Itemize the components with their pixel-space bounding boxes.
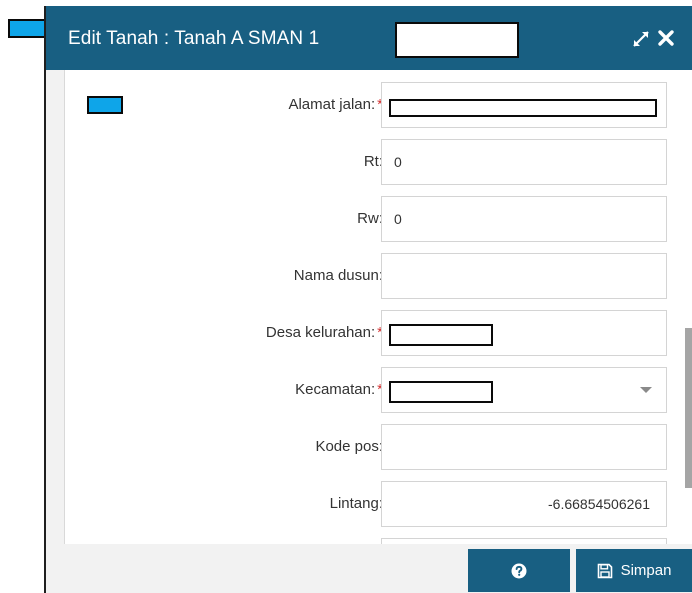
field-lintang: Lintang:	[65, 481, 667, 529]
vertical-scrollbar[interactable]	[685, 328, 692, 488]
edit-tanah-dialog: Edit Tanah : Tanah A SMAN 1 Alamat jalan…	[44, 6, 692, 593]
value-redaction	[389, 324, 493, 346]
field-label: Alamat jalan:*	[288, 96, 383, 113]
close-x-icon[interactable]	[656, 28, 676, 48]
save-button[interactable]: Simpan	[576, 549, 692, 592]
expand-arrows-icon[interactable]	[632, 30, 650, 48]
nama-dusun-input[interactable]	[381, 253, 667, 299]
rw-input[interactable]	[381, 196, 667, 242]
field-label: Lintang:	[329, 495, 383, 512]
lintang-input[interactable]	[381, 481, 667, 527]
value-redaction	[389, 99, 657, 117]
field-label: Desa kelurahan:*	[265, 324, 383, 341]
title-redaction	[395, 22, 519, 58]
dialog-footer: Simpan	[46, 544, 692, 593]
field-rt: Rt:	[65, 139, 667, 187]
field-alamat-jalan: Alamat jalan:*	[65, 82, 667, 130]
field-label: Kecamatan:*	[295, 381, 383, 398]
value-redaction	[389, 381, 493, 403]
field-kode-pos: Kode pos:	[65, 424, 667, 472]
kode-pos-input[interactable]	[381, 424, 667, 470]
field-label: Kode pos:	[315, 438, 383, 455]
field-kecamatan: Kecamatan:*	[65, 367, 667, 415]
rt-input[interactable]	[381, 139, 667, 185]
field-rw: Rw:	[65, 196, 667, 244]
field-desa-kelurahan: Desa kelurahan:*	[65, 310, 667, 358]
question-circle-icon	[511, 563, 527, 578]
dialog-titlebar[interactable]: Edit Tanah : Tanah A SMAN 1	[46, 6, 692, 70]
floppy-disk-icon	[597, 563, 612, 578]
form-panel: Alamat jalan:* Rt: Rw: Nama dusun: Desa …	[64, 70, 692, 544]
chevron-down-icon[interactable]	[640, 387, 652, 393]
field-nama-dusun: Nama dusun:	[65, 253, 667, 301]
field-label: Nama dusun:	[293, 267, 383, 284]
save-button-label: Simpan	[620, 562, 672, 579]
dialog-title: Edit Tanah : Tanah A SMAN 1	[68, 28, 320, 49]
field-label: Rw:	[357, 210, 383, 227]
help-button[interactable]	[468, 549, 570, 592]
